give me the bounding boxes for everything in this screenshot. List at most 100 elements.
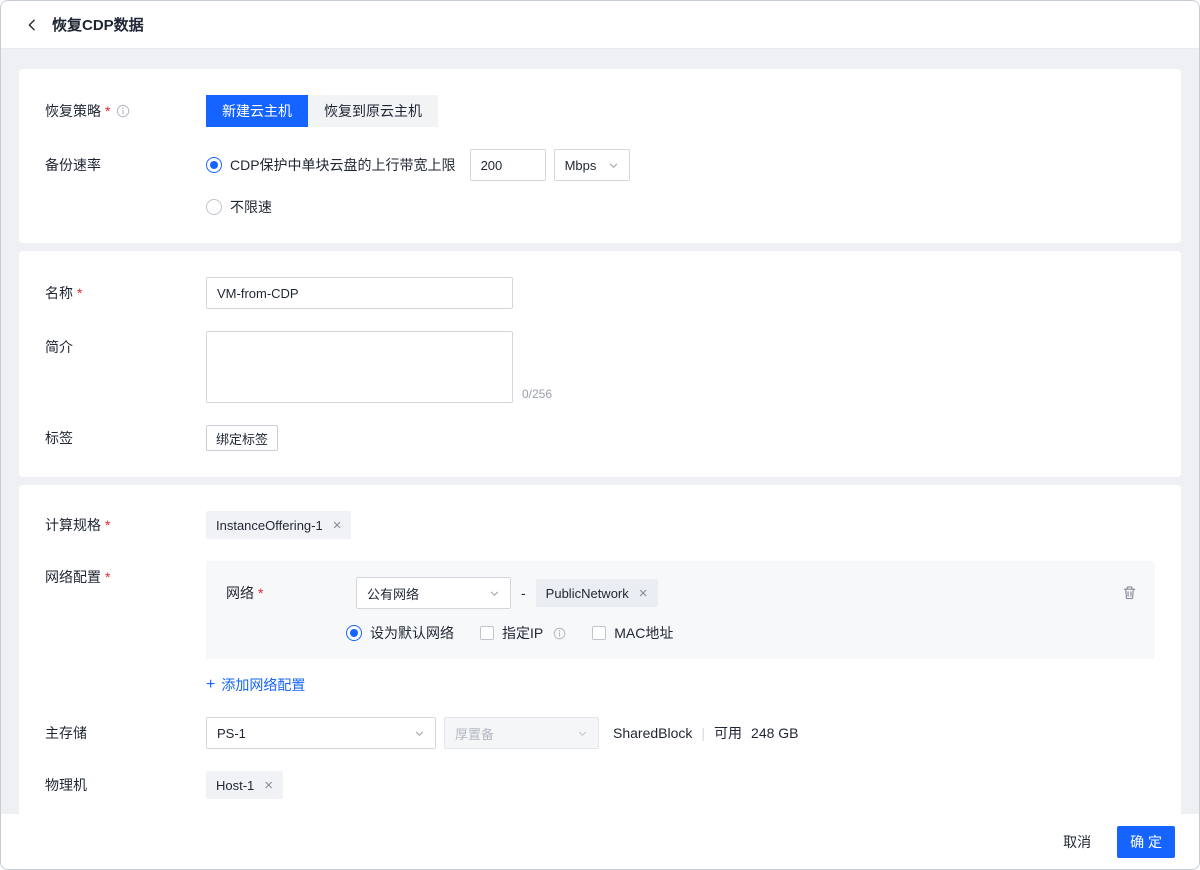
provision-type-select: 厚置备 xyxy=(444,717,599,749)
required-mark: * xyxy=(258,585,263,601)
checkbox-icon xyxy=(480,626,494,640)
bandwidth-unit-value: Mbps xyxy=(565,158,597,173)
default-network-label: 设为默认网络 xyxy=(370,623,454,643)
mac-address-label: MAC地址 xyxy=(614,623,673,643)
strategy-card: 恢复策略* 新建云主机 恢复到原云主机 备份速率 xyxy=(19,69,1181,243)
plus-icon: + xyxy=(206,677,215,693)
basic-info-card: 名称* 简介 0/256 标签 绑定 xyxy=(19,251,1181,477)
network-tag-label: PublicNetwork xyxy=(546,586,629,601)
bind-tag-button[interactable]: 绑定标签 xyxy=(206,425,278,451)
primary-storage-value: PS-1 xyxy=(217,726,246,741)
header: 恢复CDP数据 xyxy=(1,1,1199,49)
restore-strategy-controls: 新建云主机 恢复到原云主机 xyxy=(206,95,1155,127)
instance-offering-row: 计算规格* InstanceOffering-1 × xyxy=(45,511,1155,539)
char-counter: 0/256 xyxy=(522,387,552,401)
rate-unlimited-radio[interactable]: 不限速 xyxy=(206,197,272,217)
specify-ip-label: 指定IP xyxy=(502,623,543,643)
backup-rate-row: 备份速率 CDP保护中单块云盘的上行带宽上限 Mbps xyxy=(45,149,1155,217)
config-card: 计算规格* InstanceOffering-1 × 网络配置* xyxy=(19,485,1181,814)
rate-unlimited-option-row: 不限速 xyxy=(206,197,1155,217)
network-tag: PublicNetwork × xyxy=(536,579,658,607)
rate-limit-option-label: CDP保护中单块云盘的上行带宽上限 xyxy=(230,155,456,175)
required-mark: * xyxy=(105,95,110,127)
info-icon[interactable] xyxy=(116,104,130,118)
description-row: 简介 0/256 xyxy=(45,331,1155,403)
primary-storage-label: 主存储 xyxy=(45,717,206,749)
network-config-controls: 网络* 公有网络 - PublicNetwork × xyxy=(206,561,1155,695)
chevron-down-icon xyxy=(577,728,588,739)
chevron-down-icon xyxy=(414,728,425,739)
radio-checked-icon xyxy=(206,157,222,173)
restore-strategy-label: 恢复策略* xyxy=(45,95,206,127)
radio-checked-icon xyxy=(346,625,362,641)
primary-storage-controls: PS-1 厚置备 SharedBlock | 可用 248 GB xyxy=(206,717,1155,749)
add-network-config-link[interactable]: + 添加网络配置 xyxy=(206,675,305,695)
specify-ip-checkbox[interactable]: 指定IP xyxy=(480,623,566,643)
default-network-radio[interactable]: 设为默认网络 xyxy=(346,623,454,643)
required-mark: * xyxy=(105,561,110,593)
backup-rate-controls: CDP保护中单块云盘的上行带宽上限 Mbps 不限速 xyxy=(206,149,1155,217)
tab-new-vm[interactable]: 新建云主机 xyxy=(206,95,308,127)
close-icon[interactable]: × xyxy=(264,778,273,793)
network-inner-label: 网络* xyxy=(226,583,346,603)
rate-limit-radio[interactable]: CDP保护中单块云盘的上行带宽上限 xyxy=(206,155,456,175)
network-type-select[interactable]: 公有网络 xyxy=(356,577,511,609)
host-controls: Host-1 × xyxy=(206,771,1155,799)
storage-available-value: 248 GB xyxy=(751,725,798,741)
instance-offering-tag: InstanceOffering-1 × xyxy=(206,511,351,539)
chevron-left-icon xyxy=(25,18,39,32)
host-tag: Host-1 × xyxy=(206,771,283,799)
close-icon[interactable]: × xyxy=(333,518,342,533)
name-label: 名称* xyxy=(45,277,206,309)
storage-info: SharedBlock | 可用 248 GB xyxy=(613,723,799,743)
host-row: 物理机 Host-1 × xyxy=(45,771,1155,799)
primary-storage-row: 主存储 PS-1 厚置备 SharedBlock | 可用 xyxy=(45,717,1155,749)
rate-unlimited-option-label: 不限速 xyxy=(230,197,272,217)
network-type-value: 公有网络 xyxy=(367,584,419,603)
strategy-segmented-control: 新建云主机 恢复到原云主机 xyxy=(206,95,438,127)
network-config-label: 网络配置* xyxy=(45,561,206,593)
provision-type-value: 厚置备 xyxy=(455,724,494,743)
content: 恢复策略* 新建云主机 恢复到原云主机 备份速率 xyxy=(1,49,1199,814)
storage-type: SharedBlock xyxy=(613,725,692,741)
host-label: 物理机 xyxy=(45,771,206,799)
close-icon[interactable]: × xyxy=(639,586,648,601)
description-textarea[interactable] xyxy=(206,331,513,403)
name-input[interactable] xyxy=(206,277,513,309)
info-icon[interactable] xyxy=(553,627,566,640)
page-title: 恢复CDP数据 xyxy=(52,14,144,35)
bandwidth-unit-select[interactable]: Mbps xyxy=(554,149,630,181)
tag-label: 标签 xyxy=(45,425,206,451)
radio-unchecked-icon xyxy=(206,199,222,215)
confirm-button[interactable]: 确 定 xyxy=(1117,826,1175,858)
name-row: 名称* xyxy=(45,277,1155,309)
restore-strategy-row: 恢复策略* 新建云主机 恢复到原云主机 xyxy=(45,95,1155,127)
restore-cdp-page: 恢复CDP数据 恢复策略* 新建云主机 恢复到原云主机 xyxy=(0,0,1200,870)
bandwidth-limit-input[interactable] xyxy=(470,149,546,181)
checkbox-icon xyxy=(592,626,606,640)
primary-storage-select[interactable]: PS-1 xyxy=(206,717,436,749)
instance-offering-tag-label: InstanceOffering-1 xyxy=(216,518,323,533)
backup-rate-label: 备份速率 xyxy=(45,149,206,181)
network-config-row: 网络配置* 网络* 公有网络 - xyxy=(45,561,1155,695)
footer: 取消 确 定 xyxy=(1,814,1199,869)
storage-available-label: 可用 xyxy=(714,723,742,743)
chevron-down-icon xyxy=(489,588,500,599)
network-options-row: 设为默认网络 指定IP MAC地址 xyxy=(346,623,1135,643)
required-mark: * xyxy=(105,511,110,539)
description-controls: 0/256 xyxy=(206,331,1155,403)
tab-restore-original-vm[interactable]: 恢复到原云主机 xyxy=(308,95,438,127)
back-button[interactable] xyxy=(25,18,39,32)
rate-limit-option-row: CDP保护中单块云盘的上行带宽上限 Mbps xyxy=(206,149,1155,181)
add-network-config-label: 添加网络配置 xyxy=(221,675,305,695)
required-mark: * xyxy=(77,277,82,309)
instance-offering-controls: InstanceOffering-1 × xyxy=(206,511,1155,539)
instance-offering-label: 计算规格* xyxy=(45,511,206,539)
chevron-down-icon xyxy=(608,160,619,171)
dash-separator: - xyxy=(521,585,526,601)
cancel-button[interactable]: 取消 xyxy=(1055,826,1099,858)
mac-address-checkbox[interactable]: MAC地址 xyxy=(592,623,673,643)
delete-network-button[interactable] xyxy=(1122,585,1137,600)
tag-controls: 绑定标签 xyxy=(206,425,1155,451)
network-panel: 网络* 公有网络 - PublicNetwork × xyxy=(206,561,1155,659)
